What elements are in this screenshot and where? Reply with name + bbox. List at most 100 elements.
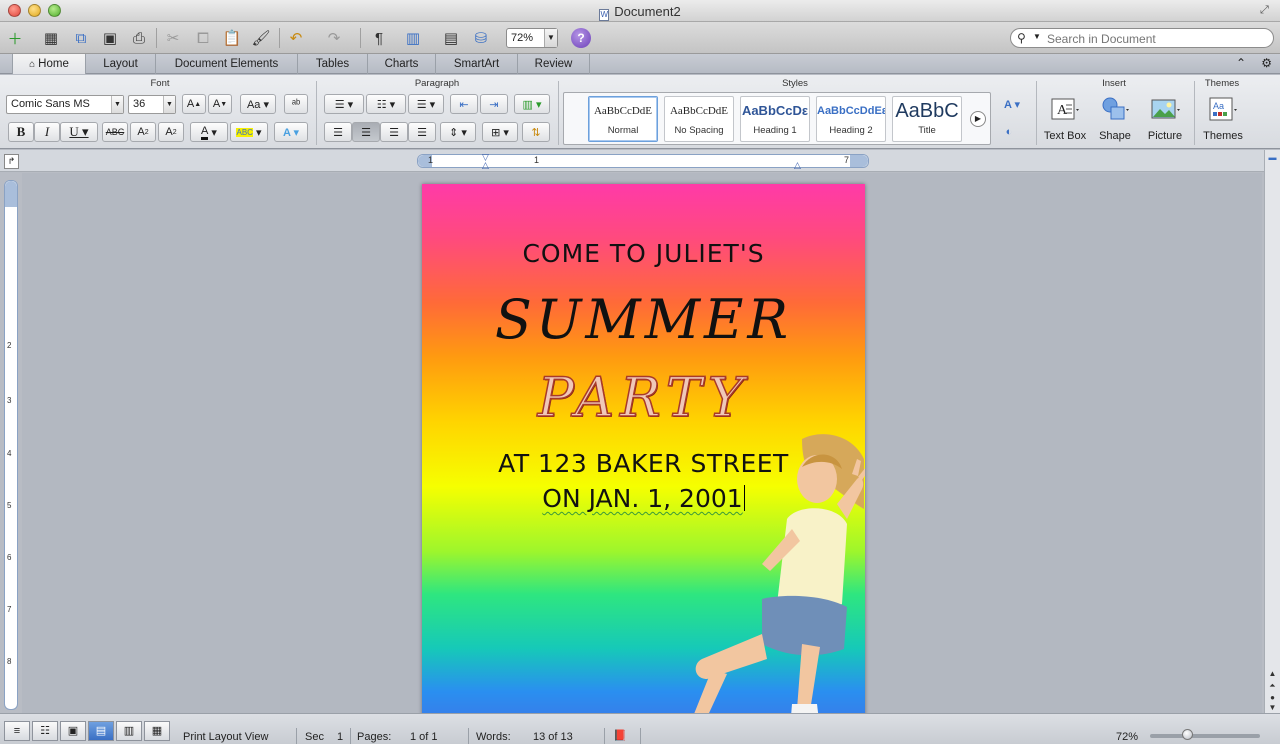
tab-home[interactable]: ⌂ Home [12, 54, 86, 74]
chevron-right-icon[interactable]: ▶ [970, 111, 986, 127]
increase-indent-button[interactable]: ⇥ [480, 94, 508, 114]
styles-gallery: AaBbCcDdE Normal AaBbCcDdE No Spacing Aa… [563, 92, 991, 145]
decrease-indent-button[interactable]: ⇤ [450, 94, 478, 114]
search-icon[interactable]: ⚲ [1017, 31, 1026, 45]
view-icon[interactable]: ▤ [440, 27, 462, 49]
undo-icon[interactable]: ↶ [285, 27, 307, 49]
fullscreen-icon[interactable]: ⤢ [1260, 4, 1272, 16]
columns-button[interactable]: ▥ ▾ [514, 94, 550, 114]
tab-charts[interactable]: Charts [368, 54, 436, 74]
cut-icon[interactable]: ✂ [162, 27, 184, 49]
outline-view-button[interactable]: ☷ [32, 721, 58, 741]
chevron-down-icon[interactable]: ▼ [544, 29, 557, 47]
show-formatting-icon[interactable]: ¶ [368, 27, 390, 49]
align-center-button[interactable]: ☰ [352, 122, 380, 142]
copy-icon[interactable]: ⧠ [192, 27, 214, 49]
font-color-button[interactable]: A ▾ [190, 122, 228, 142]
zoom-slider-knob[interactable] [1182, 729, 1193, 740]
save-icon[interactable]: ▣ [99, 27, 121, 49]
gear-icon[interactable]: ⚙ [1261, 56, 1272, 70]
text-effects-button[interactable]: A ▾ [274, 122, 308, 142]
open-icon[interactable]: ⧉ [70, 27, 92, 49]
scroll-down-icon[interactable]: ▼ [1267, 702, 1278, 713]
vertical-ruler[interactable]: 2 3 4 5 6 7 8 [4, 180, 18, 710]
multilevel-list-button[interactable]: ☰ ▾ [408, 94, 444, 114]
zoom-slider-track[interactable] [1150, 734, 1260, 738]
styles-pane-icon[interactable]: A ▾ [996, 94, 1028, 114]
subscript-button[interactable]: A2 [158, 122, 184, 142]
italic-button[interactable]: I [34, 122, 60, 142]
chevron-down-icon[interactable]: ▼ [1033, 32, 1041, 41]
style-no-spacing[interactable]: AaBbCcDdE No Spacing [664, 96, 734, 142]
flyer-line-come-to[interactable]: COME TO JULIET'S [422, 239, 865, 268]
tab-document-elements[interactable]: Document Elements [156, 54, 298, 74]
superscript-button[interactable]: A2 [130, 122, 156, 142]
grow-font-icon[interactable]: A ▲ [182, 94, 206, 114]
style-heading-1[interactable]: AaBbCcDε Heading 1 [740, 96, 810, 142]
previous-page-icon[interactable]: ⏶ [1267, 680, 1278, 691]
bullets-button[interactable]: ☰ ▾ [324, 94, 364, 114]
shape-button[interactable]: Shape [1092, 95, 1138, 142]
draft-view-button[interactable]: ≡ [4, 721, 30, 741]
format-painter-icon[interactable]: 🖌 [250, 27, 272, 49]
new-document-icon[interactable]: ＋ [4, 27, 26, 49]
horizontal-ruler[interactable]: ▽ △ △ 1 1 7 [417, 152, 869, 171]
search-input[interactable] [1047, 31, 1269, 46]
tab-smartart[interactable]: SmartArt [436, 54, 518, 74]
tab-tables[interactable]: Tables [298, 54, 368, 74]
document-page[interactable]: COME TO JULIET'S SUMMER PARTY AT 123 BAK… [422, 184, 865, 724]
tab-layout[interactable]: Layout [86, 54, 156, 74]
split-handle-icon[interactable]: ▬ [1267, 152, 1278, 163]
manage-styles-icon[interactable]: ◐ [998, 122, 1020, 142]
clear-formatting-icon[interactable]: ᵃᵇ [284, 94, 308, 114]
themes-button[interactable]: Aa Themes [1198, 95, 1248, 142]
chevron-down-icon[interactable]: ▼ [111, 96, 123, 113]
align-right-button[interactable]: ☰ [380, 122, 408, 142]
text-box-button[interactable]: A Text Box [1040, 95, 1090, 142]
search-field[interactable]: ⚲ ▼ [1010, 28, 1274, 48]
sidebar-toggle-icon[interactable]: ▥ [402, 27, 424, 49]
picture-button[interactable]: Picture [1140, 95, 1190, 142]
borders-button[interactable]: ⊞ ▾ [482, 122, 518, 142]
bold-button[interactable]: B [8, 122, 34, 142]
font-name-select[interactable]: Comic Sans MS ▼ [6, 95, 124, 114]
shrink-font-icon[interactable]: A ▼ [208, 94, 232, 114]
flyer-line-party[interactable]: PARTY [422, 365, 865, 430]
document-canvas[interactable]: COME TO JULIET'S SUMMER PARTY AT 123 BAK… [22, 173, 1262, 724]
full-screen-view-button[interactable]: ▦ [144, 721, 170, 741]
tab-stop-selector[interactable]: ↱ [4, 154, 19, 169]
media-browser-icon[interactable]: ⛁ [470, 27, 492, 49]
scroll-up-icon[interactable]: ▲ [1267, 668, 1278, 679]
print-icon[interactable]: ⎙ [128, 27, 150, 49]
line-spacing-button[interactable]: ⇕ ▾ [440, 122, 476, 142]
right-indent-marker[interactable]: △ [794, 160, 801, 171]
templates-icon[interactable]: ▦ [40, 27, 62, 49]
highlight-button[interactable]: ABC ▾ [230, 122, 268, 142]
paste-icon[interactable]: 📋 [221, 27, 243, 49]
change-case-icon[interactable]: Aa ▾ [240, 94, 276, 114]
style-title[interactable]: AaBbC Title [892, 96, 962, 142]
style-normal[interactable]: AaBbCcDdE Normal [588, 96, 658, 142]
sort-button[interactable]: ⇅ [522, 122, 550, 142]
tab-review[interactable]: Review [518, 54, 590, 74]
flyer-line-summer[interactable]: SUMMER [422, 288, 865, 351]
chevron-down-icon[interactable]: ▼ [163, 96, 175, 113]
jumping-girl-image[interactable] [652, 429, 865, 724]
redo-icon[interactable]: ↷ [323, 27, 345, 49]
underline-button[interactable]: U ▾ [60, 122, 98, 142]
help-icon[interactable]: ? [571, 28, 591, 48]
vertical-scrollbar[interactable]: ▬ ▲ ⏶ ● ▼ [1264, 150, 1280, 713]
spelling-check-icon[interactable]: 📕 [613, 729, 631, 743]
style-heading-2[interactable]: AaBbCcDdEε Heading 2 [816, 96, 886, 142]
align-left-button[interactable]: ☰ [324, 122, 352, 142]
publishing-view-button[interactable]: ▣ [60, 721, 86, 741]
font-size-select[interactable]: 36 ▼ [128, 95, 176, 114]
zoom-select[interactable]: 72% ▼ [506, 28, 558, 48]
numbering-button[interactable]: ☷ ▾ [366, 94, 406, 114]
left-indent-marker[interactable]: △ [482, 160, 489, 171]
strikethrough-button[interactable]: ABC [102, 122, 128, 142]
justify-button[interactable]: ☰ [408, 122, 436, 142]
collapse-ribbon-icon[interactable]: ⌃ [1236, 56, 1246, 70]
print-layout-view-button[interactable]: ▤ [88, 721, 114, 741]
notebook-view-button[interactable]: ▥ [116, 721, 142, 741]
